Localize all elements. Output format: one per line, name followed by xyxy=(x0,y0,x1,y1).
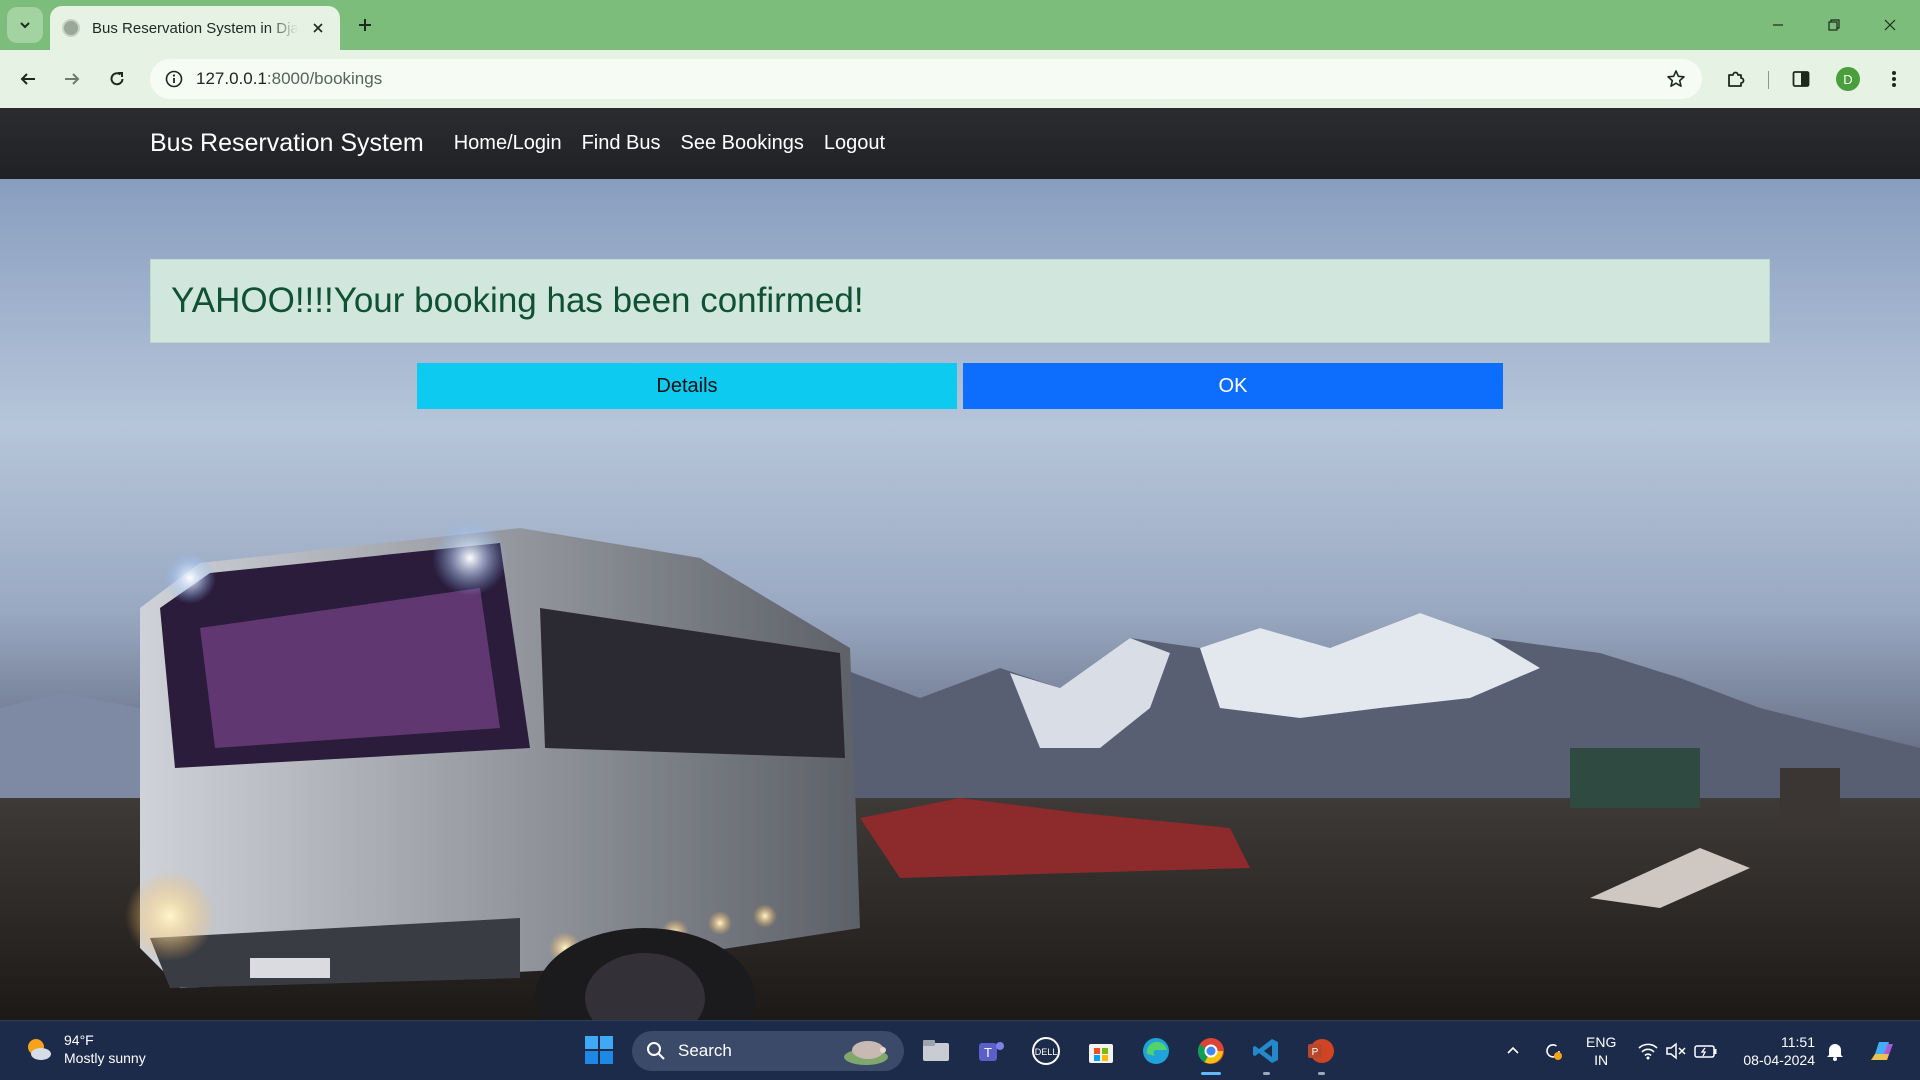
extensions-puzzle-icon[interactable] xyxy=(1722,65,1750,93)
plus-icon xyxy=(359,19,371,31)
nav-home-login[interactable]: Home/Login xyxy=(454,132,562,155)
chrome-icon xyxy=(1197,1038,1224,1064)
close-window-button[interactable] xyxy=(1870,8,1910,42)
page-viewport: Bus Reservation System Home/Login Find B… xyxy=(0,108,1920,1020)
alert-message: YAHOO!!!!Your booking has been confirmed… xyxy=(171,281,864,320)
microsoft-store-icon xyxy=(1089,1044,1113,1063)
url-host: 127.0.0.1 xyxy=(196,69,267,88)
browser-tab[interactable]: Bus Reservation System in Django xyxy=(50,6,340,50)
browser-tab-bar: Bus Reservation System in Django xyxy=(0,0,1920,50)
restore-icon xyxy=(1828,19,1840,31)
site-brand[interactable]: Bus Reservation System xyxy=(150,129,424,158)
side-panel-icon[interactable] xyxy=(1787,65,1815,93)
taskbar-edge[interactable] xyxy=(1138,1033,1174,1069)
taskbar-powerpoint[interactable]: P xyxy=(1303,1033,1339,1075)
globe-icon xyxy=(62,19,80,37)
nav-find-bus[interactable]: Find Bus xyxy=(582,132,661,155)
background-bus-image xyxy=(0,108,1920,1020)
svg-text:DELL: DELL xyxy=(1035,1047,1058,1057)
running-indicator xyxy=(1263,1072,1270,1075)
minimize-icon xyxy=(1773,24,1783,26)
taskbar-store[interactable] xyxy=(1083,1033,1119,1069)
svg-text:P: P xyxy=(1312,1047,1319,1058)
ok-button[interactable]: OK xyxy=(963,363,1503,409)
taskbar-teams[interactable]: T xyxy=(973,1033,1009,1069)
svg-text:T: T xyxy=(984,1045,992,1060)
network-status[interactable] xyxy=(1636,1039,1660,1063)
search-label: Search xyxy=(678,1041,732,1060)
forward-button[interactable] xyxy=(56,63,88,95)
details-button[interactable]: Details xyxy=(417,363,957,409)
arrow-right-icon xyxy=(65,73,80,85)
taskbar-dell[interactable]: DELL xyxy=(1028,1033,1064,1069)
close-tab-button[interactable] xyxy=(308,18,328,38)
region-code: IN xyxy=(1594,1052,1609,1068)
close-icon xyxy=(1884,19,1896,31)
weather-widget[interactable]: 94°F Mostly sunny xyxy=(24,1031,146,1067)
running-indicator xyxy=(1318,1072,1325,1075)
battery-icon xyxy=(1694,1045,1717,1058)
profile-avatar[interactable]: D xyxy=(1836,67,1860,91)
language-indicator[interactable]: ENG IN xyxy=(1586,1033,1616,1069)
language-code: ENG xyxy=(1586,1034,1617,1050)
file-explorer-icon xyxy=(923,1040,949,1061)
booking-confirmed-alert: YAHOO!!!!Your booking has been confirmed… xyxy=(150,259,1770,343)
nav-see-bookings[interactable]: See Bookings xyxy=(681,132,804,155)
search-icon xyxy=(647,1042,665,1060)
search-highlight-icon xyxy=(844,1041,888,1065)
show-hidden-icons[interactable] xyxy=(1501,1039,1525,1063)
chevron-up-icon xyxy=(1507,1046,1519,1054)
taskbar-file-explorer[interactable] xyxy=(918,1033,954,1069)
powerpoint-icon: P xyxy=(1308,1039,1334,1063)
tab-search-button[interactable] xyxy=(7,7,43,43)
teams-icon: T xyxy=(979,1042,1004,1061)
windows-start-icon[interactable] xyxy=(584,1035,614,1065)
weather-temperature: 94°F xyxy=(64,1032,94,1048)
minimize-button[interactable] xyxy=(1758,8,1798,42)
address-bar[interactable]: 127.0.0.1:8000/bookings xyxy=(150,59,1702,99)
dell-icon: DELL xyxy=(1032,1037,1060,1065)
sync-status[interactable] xyxy=(1541,1039,1565,1063)
taskbar-chrome[interactable] xyxy=(1193,1033,1229,1075)
active-indicator xyxy=(1201,1072,1221,1075)
reload-button[interactable] xyxy=(101,63,133,95)
partly-sunny-icon xyxy=(28,1039,51,1060)
reload-icon xyxy=(110,72,124,86)
edge-icon xyxy=(1143,1038,1169,1064)
arrow-left-icon xyxy=(20,73,35,85)
vscode-icon xyxy=(1253,1039,1278,1063)
system-clock[interactable]: 11:51 08-04-2024 xyxy=(1735,1033,1815,1069)
browser-toolbar: 127.0.0.1:8000/bookings D xyxy=(0,50,1920,108)
battery-status[interactable] xyxy=(1694,1039,1718,1063)
notifications[interactable] xyxy=(1823,1039,1847,1063)
bookmark-star-icon[interactable] xyxy=(1664,67,1688,91)
taskbar-vscode[interactable] xyxy=(1248,1033,1284,1075)
wifi-icon xyxy=(1638,1043,1658,1060)
clock-date: 08-04-2024 xyxy=(1743,1052,1815,1068)
chevron-down-icon xyxy=(20,22,30,29)
site-navbar: Bus Reservation System Home/Login Find B… xyxy=(0,108,1920,179)
sync-icon xyxy=(1546,1044,1562,1060)
copilot-icon xyxy=(1871,1042,1893,1060)
nav-logout[interactable]: Logout xyxy=(824,132,885,155)
toolbar-separator xyxy=(1768,71,1769,89)
weather-condition: Mostly sunny xyxy=(64,1050,146,1066)
tab-title: Bus Reservation System in Django xyxy=(92,19,299,37)
taskbar-search[interactable]: Search xyxy=(632,1031,904,1071)
speaker-muted-icon xyxy=(1666,1042,1686,1060)
windows-taskbar: 94°F Mostly sunny Search T DELL P ENG IN… xyxy=(0,1020,1920,1080)
restore-button[interactable] xyxy=(1814,8,1854,42)
more-menu-icon[interactable] xyxy=(1880,65,1908,93)
copilot[interactable] xyxy=(1866,1035,1898,1067)
close-icon xyxy=(313,23,323,33)
url-text[interactable]: 127.0.0.1:8000/bookings xyxy=(196,69,382,89)
url-path: :8000/bookings xyxy=(266,69,383,88)
volume-status[interactable] xyxy=(1664,1039,1688,1063)
site-info-icon[interactable] xyxy=(162,67,186,91)
new-tab-button[interactable] xyxy=(352,12,378,38)
clock-time: 11:51 xyxy=(1781,1034,1815,1050)
back-button[interactable] xyxy=(12,63,44,95)
bell-icon xyxy=(1827,1044,1843,1061)
